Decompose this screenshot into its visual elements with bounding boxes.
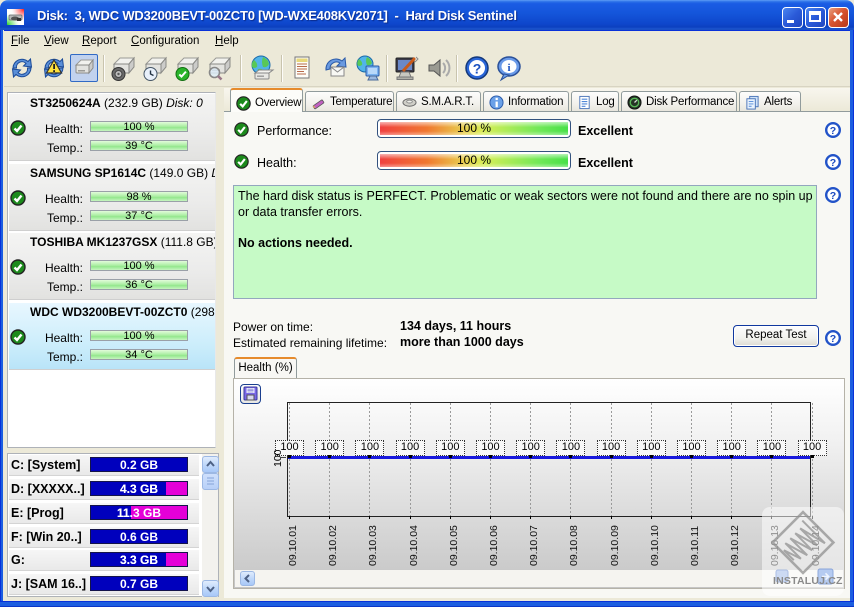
svg-text:?: ?	[830, 190, 836, 202]
svg-text:?: ?	[830, 157, 836, 169]
svg-text:?: ?	[473, 61, 482, 77]
svg-text:?: ?	[830, 333, 836, 345]
svg-text:INSTALUJ.CZ: INSTALUJ.CZ	[773, 575, 843, 587]
svg-text:i: i	[507, 62, 510, 74]
svg-text:?: ?	[830, 125, 836, 137]
